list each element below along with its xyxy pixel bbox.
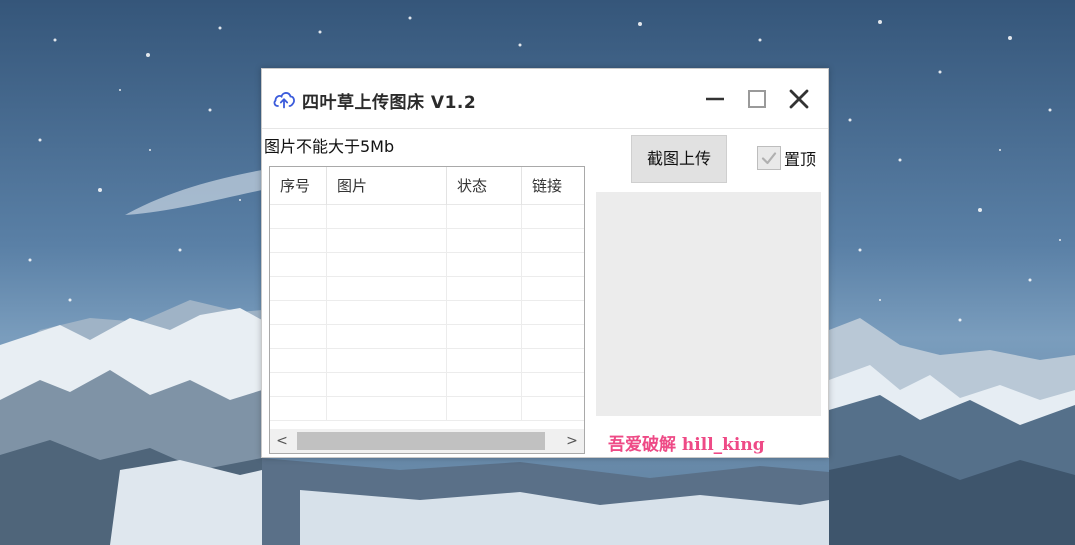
cloud-upload-icon (273, 92, 295, 109)
size-limit-label: 图片不能大于5Mb (264, 137, 395, 156)
checkbox-box[interactable] (757, 146, 781, 170)
list-grid-row (270, 277, 584, 301)
list-grid-row (270, 205, 584, 229)
upload-list[interactable]: 序号 图片 状态 链接 < > (269, 166, 585, 454)
scroll-left-arrow-icon[interactable]: < (270, 429, 294, 453)
list-grid-row (270, 373, 584, 397)
minimize-button[interactable] (702, 86, 728, 112)
credit-text: 吾爱破解 hill_king (608, 435, 765, 455)
horizontal-scrollbar[interactable]: < > (270, 429, 584, 453)
column-header-status[interactable]: 状态 (447, 167, 522, 205)
list-body (270, 205, 584, 429)
scrollbar-thumb[interactable] (297, 432, 545, 450)
close-icon (789, 89, 809, 109)
title-bar[interactable]: 四叶草上传图床 V1.2 (262, 69, 828, 129)
app-window: 四叶草上传图床 V1.2 图片不能大于5Mb 序号 图片 状态 链接 < > 截… (261, 68, 829, 458)
list-grid-row (270, 349, 584, 373)
image-preview-area[interactable] (596, 192, 821, 416)
topmost-checkbox[interactable]: 置顶 (757, 145, 816, 171)
maximize-button[interactable] (744, 86, 770, 112)
scroll-right-arrow-icon[interactable]: > (560, 429, 584, 453)
list-header: 序号 图片 状态 链接 (270, 167, 584, 205)
list-grid-row (270, 397, 584, 421)
list-grid-row (270, 325, 584, 349)
maximize-icon (748, 90, 766, 108)
column-header-link[interactable]: 链接 (522, 167, 584, 205)
topmost-label: 置顶 (784, 150, 817, 169)
column-header-index[interactable]: 序号 (270, 167, 327, 205)
list-grid-row (270, 301, 584, 325)
list-grid-row (270, 229, 584, 253)
column-header-image[interactable]: 图片 (327, 167, 447, 205)
capture-upload-button[interactable]: 截图上传 (631, 135, 727, 183)
close-button[interactable] (786, 86, 812, 112)
window-title: 四叶草上传图床 V1.2 (302, 93, 477, 113)
checkmark-icon (761, 152, 777, 165)
list-grid-row (270, 253, 584, 277)
minimize-icon (706, 97, 724, 101)
